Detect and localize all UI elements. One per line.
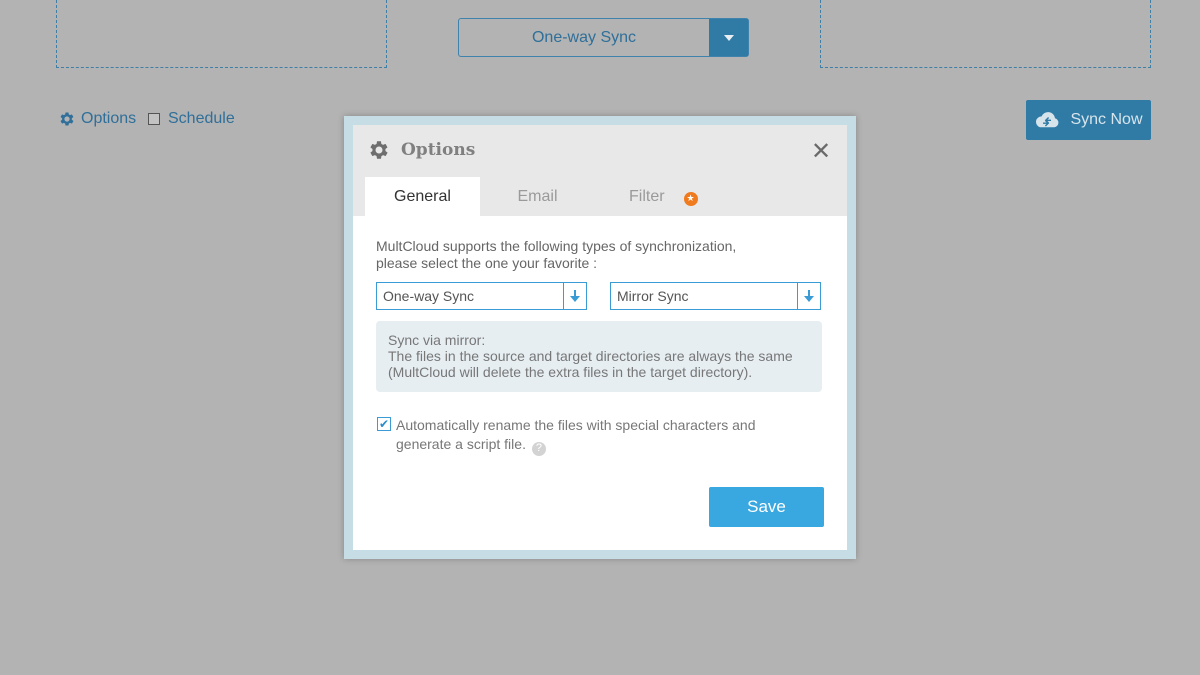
chevron-down-icon[interactable]	[709, 19, 748, 56]
dialog-title: Options	[367, 138, 475, 162]
options-link-label: Options	[81, 110, 137, 127]
sync-types-intro: MultCloud supports the following types o…	[376, 238, 816, 272]
info-line-2: (MultCloud will delete the extra files i…	[388, 364, 753, 380]
tab-filter[interactable]: Filter ★	[622, 177, 712, 216]
sync-mode-value: One-way Sync	[531, 28, 637, 46]
help-icon[interactable]: ?	[531, 441, 546, 456]
sync-type-select[interactable]: One-way Sync	[376, 282, 587, 310]
intro-line-1: MultCloud supports the following types o…	[376, 238, 737, 254]
schedule-label: Schedule	[168, 110, 235, 127]
dialog-title-text: Options	[401, 140, 476, 160]
sync-description-box: Sync via mirror: The files in the source…	[376, 321, 822, 392]
sync-now-label: Sync Now	[1070, 111, 1143, 128]
gear-icon	[370, 141, 388, 159]
source-drop-area[interactable]	[56, 0, 387, 68]
save-button[interactable]: Save	[709, 487, 824, 527]
tab-general[interactable]: General	[365, 177, 480, 216]
gear-icon	[60, 112, 74, 126]
rename-label: Automatically rename the files with spec…	[396, 416, 796, 456]
arrow-down-icon[interactable]	[797, 283, 820, 309]
checkmark-icon: ✔	[378, 417, 390, 431]
cloud-sync-icon	[1036, 112, 1059, 128]
rename-line-2: generate a script file.	[396, 436, 526, 452]
schedule-option[interactable]: Schedule	[148, 110, 235, 128]
info-line-1: The files in the source and target direc…	[388, 348, 793, 364]
info-title: Sync via mirror:	[388, 332, 486, 348]
sync-method-select[interactable]: Mirror Sync	[610, 282, 821, 310]
rename-line-1: Automatically rename the files with spec…	[396, 417, 756, 433]
close-icon[interactable]: ✕	[808, 139, 834, 165]
target-drop-area[interactable]	[820, 0, 1151, 68]
intro-line-2: please select the one your favorite :	[376, 255, 598, 271]
arrow-down-icon[interactable]	[563, 283, 586, 309]
options-link[interactable]: Options	[58, 110, 136, 128]
sync-mode-select[interactable]: One-way Sync	[458, 18, 749, 57]
tab-email[interactable]: Email	[480, 177, 595, 216]
tab-general-label: General	[394, 187, 451, 205]
tab-email-label: Email	[517, 187, 558, 205]
rename-checkbox[interactable]: ✔	[377, 417, 391, 431]
sync-now-button[interactable]: Sync Now	[1026, 100, 1151, 140]
star-icon: ★	[683, 191, 698, 206]
sync-type-value: One-way Sync	[383, 288, 475, 304]
schedule-checkbox[interactable]	[148, 113, 160, 125]
tab-filter-label: Filter	[629, 187, 665, 205]
sync-method-value: Mirror Sync	[617, 288, 689, 304]
